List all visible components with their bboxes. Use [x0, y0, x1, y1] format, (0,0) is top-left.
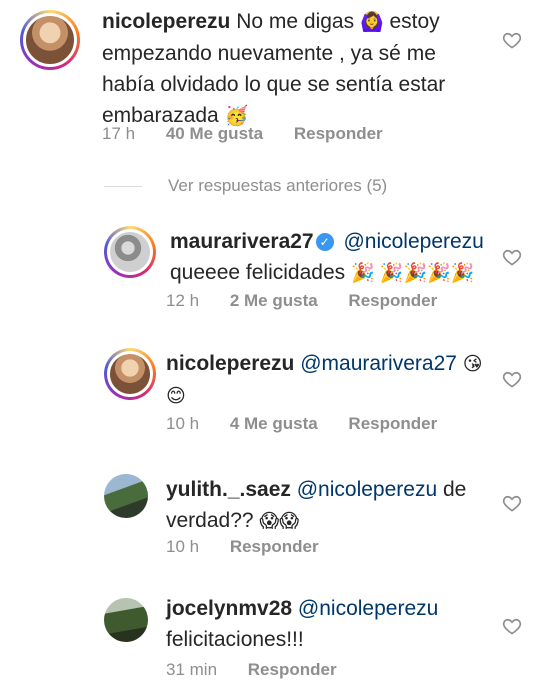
- emoji: 🎉 🎉🎉🎉🎉: [350, 263, 475, 284]
- avatar[interactable]: [104, 226, 156, 278]
- heart-outline-icon[interactable]: [502, 616, 522, 636]
- reply-text: jocelynmv28 @nicoleperezu felicitaciones…: [166, 597, 439, 651]
- reply-username[interactable]: jocelynmv28: [166, 597, 292, 620]
- likes-count[interactable]: 2 Me gusta: [230, 291, 318, 310]
- reply-meta: 12 h 2 Me gusta Responder: [166, 291, 463, 311]
- divider: [104, 185, 142, 187]
- reply-text: yulith._.saez @nicoleperezu de verdad?? …: [166, 478, 467, 532]
- comment-meta: 17 h 40 Me gusta Responder: [102, 124, 409, 144]
- view-previous-replies[interactable]: Ver respuestas anteriores (5): [104, 176, 387, 196]
- reply-text: nicoleperezu @maurarivera27 😘 😊: [166, 348, 486, 412]
- avatar[interactable]: [104, 598, 148, 642]
- mention-link[interactable]: @nicoleperezu: [298, 597, 438, 620]
- reply-username[interactable]: yulith._.saez: [166, 478, 291, 501]
- reply-time: 10 h: [166, 414, 200, 433]
- mention-link[interactable]: @nicoleperezu: [297, 478, 437, 501]
- comment-text: nicoleperezu No me digas 🙆‍♀️ estoy empe…: [102, 10, 446, 127]
- likes-count[interactable]: 4 Me gusta: [230, 414, 318, 433]
- reply-button[interactable]: Responder: [230, 537, 319, 556]
- heart-outline-icon[interactable]: [502, 493, 522, 513]
- reply-meta: 31 min Responder: [166, 660, 363, 680]
- emoji: 😱😱: [259, 511, 300, 532]
- mention-link[interactable]: @maurarivera27: [300, 352, 457, 375]
- reply-username[interactable]: maurarivera27: [170, 230, 314, 253]
- reply-meta: 10 h 4 Me gusta Responder: [166, 414, 463, 434]
- avatar[interactable]: [20, 10, 80, 70]
- emoji: 😘: [462, 354, 483, 375]
- emoji: 🙆‍♀️: [359, 12, 384, 33]
- likes-count[interactable]: 40 Me gusta: [166, 124, 263, 143]
- reply-button[interactable]: Responder: [248, 660, 337, 679]
- emoji: 😊: [166, 386, 186, 407]
- reply-meta: 10 h Responder: [166, 537, 345, 557]
- mention-link[interactable]: @nicoleperezu: [343, 230, 483, 253]
- reply-button[interactable]: Responder: [294, 124, 383, 143]
- reply-button[interactable]: Responder: [348, 291, 437, 310]
- comment-time: 17 h: [102, 124, 136, 143]
- reply-text: maurarivera27 ✓ @nicoleperezu queeee feli…: [170, 230, 484, 284]
- reply-time: 31 min: [166, 660, 218, 679]
- reply-time: 10 h: [166, 537, 200, 556]
- heart-outline-icon[interactable]: [502, 30, 522, 50]
- reply-username[interactable]: nicoleperezu: [166, 352, 294, 375]
- avatar[interactable]: [104, 348, 156, 400]
- view-replies-label[interactable]: Ver respuestas anteriores (5): [168, 176, 387, 196]
- heart-outline-icon[interactable]: [502, 247, 522, 267]
- comment-username[interactable]: nicoleperezu: [102, 10, 230, 33]
- reply-time: 12 h: [166, 291, 200, 310]
- heart-outline-icon[interactable]: [502, 369, 522, 389]
- reply-button[interactable]: Responder: [348, 414, 437, 433]
- verified-badge-icon: ✓: [315, 233, 334, 251]
- avatar[interactable]: [104, 474, 148, 518]
